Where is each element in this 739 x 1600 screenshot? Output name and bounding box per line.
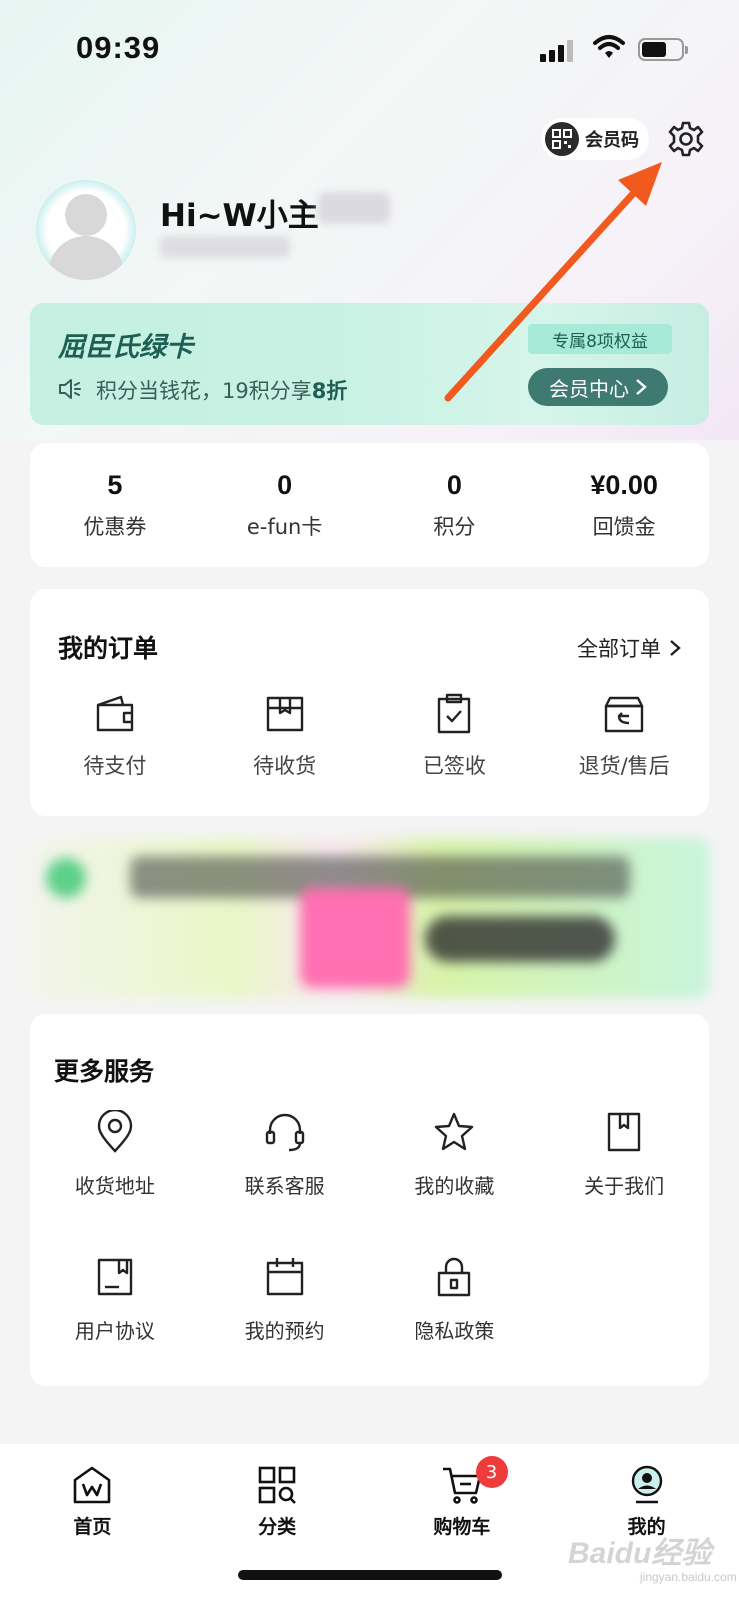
stat-value: 0 [446, 469, 462, 500]
services-title: 更多服务 [54, 1057, 155, 1086]
order-item-label: 待收货 [253, 754, 317, 778]
tab-cart[interactable]: 购物车 3 [370, 1456, 555, 1539]
headset-icon [265, 1113, 304, 1152]
wifi-icon [593, 35, 625, 58]
green-card-subtitle-text: 积分当钱花，19积分享 [96, 379, 312, 403]
my-orders-card: 我的订单 全部订单 待支付 待收货 已签收 退货/售后 [30, 589, 709, 816]
profile-icon [631, 1465, 662, 1504]
green-card-subtitle: 积分当钱花，19积分享8折 [96, 375, 347, 405]
stat-value: 0 [277, 469, 293, 500]
assets-stats-card: 5 优惠券 0 e-fun卡 0 积分 ¥0.00 回馈金 [30, 443, 709, 567]
service-address[interactable]: 收货地址 [30, 1110, 200, 1199]
service-label: 关于我们 [584, 1174, 665, 1198]
status-time: 09:39 [76, 30, 161, 65]
tab-label: 购物车 [433, 1516, 491, 1538]
stat-rebate[interactable]: ¥0.00 回馈金 [539, 443, 709, 567]
bookmark-book-icon [607, 1112, 641, 1152]
stat-label: 积分 [433, 514, 476, 539]
document-icon [97, 1258, 133, 1296]
cart-count-badge: 3 [475, 1456, 508, 1488]
tab-label: 首页 [73, 1516, 112, 1538]
calendar-icon [266, 1258, 303, 1296]
service-appointments[interactable]: 我的预约 [200, 1255, 370, 1344]
blurred-phone [160, 236, 290, 258]
order-signed[interactable]: 已签收 [370, 692, 540, 780]
return-box-icon [604, 696, 644, 733]
order-returns[interactable]: 退货/售后 [539, 692, 709, 780]
stat-label: 优惠券 [83, 514, 147, 539]
category-grid-icon [258, 1466, 297, 1504]
member-code-label: 会员码 [585, 130, 639, 151]
stat-value: ¥0.00 [590, 469, 658, 500]
order-item-label: 退货/售后 [578, 754, 670, 778]
green-card-title: 屈臣氏绿卡 [58, 332, 193, 363]
more-services-card: 更多服务 收货地址 联系客服 我的收藏 关于我们 用户协议 我的预约 隐私政策 [30, 1014, 709, 1386]
chevron-right-icon [670, 640, 681, 656]
annotation-arrow [444, 162, 662, 402]
stat-coupons[interactable]: 5 优惠券 [30, 443, 200, 567]
stat-value: 5 [107, 469, 123, 500]
service-label: 我的预约 [244, 1319, 325, 1343]
home-icon [74, 1466, 111, 1504]
all-orders-link[interactable]: 全部订单 [577, 633, 681, 663]
promo-banner[interactable] [30, 838, 709, 998]
location-pin-icon [97, 1110, 133, 1153]
order-item-label: 待支付 [83, 754, 147, 778]
service-user-agreement[interactable]: 用户协议 [30, 1255, 200, 1344]
speaker-icon [59, 379, 81, 399]
tab-categories[interactable]: 分类 [185, 1464, 370, 1539]
lock-icon [438, 1257, 471, 1297]
user-greeting: Hi~W小主 [160, 198, 319, 234]
signal-icon [540, 38, 576, 62]
avatar[interactable] [36, 180, 136, 280]
blurred-username [318, 192, 390, 224]
watermark: Baidu经验 [568, 1537, 712, 1570]
orders-title: 我的订单 [58, 634, 159, 663]
star-icon [435, 1112, 474, 1151]
clipboard-check-icon [438, 693, 471, 734]
stat-points[interactable]: 0 积分 [370, 443, 540, 567]
box-icon [266, 696, 303, 732]
service-label: 收货地址 [74, 1174, 155, 1198]
stat-label: e-fun卡 [246, 514, 323, 539]
service-label: 隐私政策 [414, 1319, 495, 1343]
service-customer-support[interactable]: 联系客服 [200, 1110, 370, 1199]
service-favorites[interactable]: 我的收藏 [370, 1110, 540, 1199]
service-label: 用户协议 [74, 1319, 155, 1343]
service-label: 联系客服 [244, 1174, 325, 1198]
home-indicator [238, 1570, 502, 1580]
watermark-sub: jingyan.baidu.com [640, 1570, 737, 1584]
stat-efun-card[interactable]: 0 e-fun卡 [200, 443, 370, 567]
service-label: 我的收藏 [414, 1174, 495, 1198]
green-card-discount: 8折 [311, 379, 348, 403]
stat-label: 回馈金 [592, 514, 656, 539]
order-pending-payment[interactable]: 待支付 [30, 692, 200, 780]
order-item-label: 已签收 [422, 754, 486, 778]
order-to-receive[interactable]: 待收货 [200, 692, 370, 780]
service-privacy-policy[interactable]: 隐私政策 [370, 1255, 540, 1344]
battery-icon [638, 38, 688, 61]
all-orders-label: 全部订单 [577, 637, 661, 661]
tab-label: 分类 [258, 1516, 297, 1538]
tab-home[interactable]: 首页 [0, 1464, 185, 1539]
service-about-us[interactable]: 关于我们 [539, 1110, 709, 1199]
wallet-icon [96, 695, 134, 732]
